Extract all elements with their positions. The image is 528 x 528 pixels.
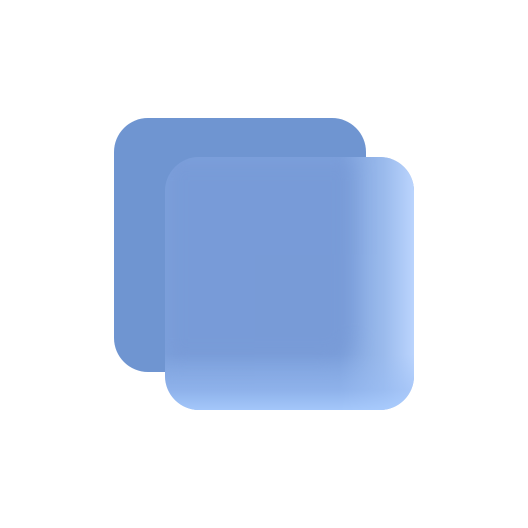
canvas	[0, 0, 528, 528]
copy-icon	[0, 0, 528, 528]
front-square-shade	[165, 157, 355, 362]
front-square	[165, 157, 414, 410]
